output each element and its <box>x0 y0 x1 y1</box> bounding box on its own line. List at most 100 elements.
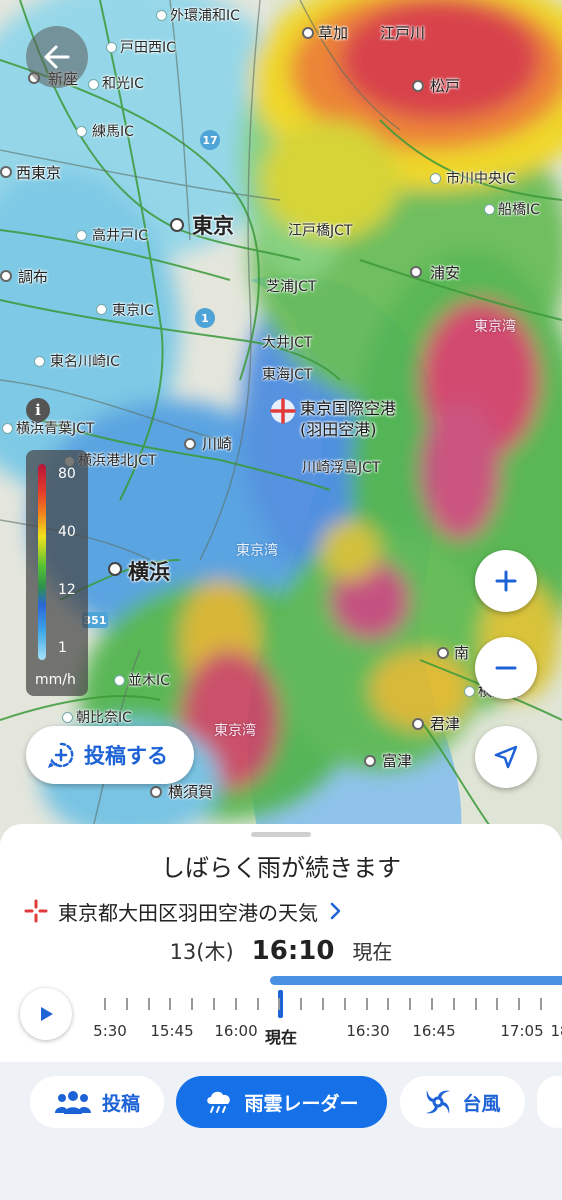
legend-tick: 80 <box>58 466 76 482</box>
speech-bubble-plus-icon <box>47 742 74 769</box>
timeline-label: 5:30 <box>93 1022 127 1040</box>
place-dot <box>430 173 441 184</box>
place-dot <box>108 562 122 576</box>
airport-marker-icon <box>270 398 296 424</box>
timeline-tick <box>278 998 280 1010</box>
place-label: 東京IC <box>112 303 154 319</box>
info-icon[interactable]: i <box>26 398 50 422</box>
place-label: 横須賀 <box>168 783 214 801</box>
place-label: 東京湾 <box>214 723 256 739</box>
play-button[interactable] <box>20 988 72 1040</box>
place-dot <box>412 80 424 92</box>
location-link[interactable]: 東京都大田区羽田空港の天気 <box>24 896 344 926</box>
timeline-tick <box>387 998 389 1010</box>
place-label: 南 <box>454 644 470 662</box>
place-label: 東京湾 <box>474 319 516 335</box>
sheet-drag-handle[interactable] <box>251 832 311 837</box>
timeline-tick <box>518 998 520 1010</box>
place-label: 東京湾 <box>236 543 278 559</box>
timeline-tick <box>213 998 215 1010</box>
tab-rain-radar-label: 雨雲レーダー <box>244 1092 359 1115</box>
airport-label: 東京国際空港 (羽田空港) <box>300 398 396 440</box>
timeline-label: 16:30 <box>346 1022 390 1040</box>
place-label: 高井戸IC <box>92 228 148 244</box>
location-name: 東京都大田区羽田空港の天気 <box>58 900 318 925</box>
place-label: 市川中央IC <box>446 171 516 187</box>
place-label: 大井JCT <box>262 335 313 351</box>
timeline-tick <box>431 998 433 1010</box>
place-dot <box>96 304 107 315</box>
forecast-headline: しばらく雨が続きます <box>161 854 401 882</box>
place-label: 江戸川 <box>380 24 426 42</box>
place-label: 浦安 <box>430 264 461 282</box>
tab-rain-radar[interactable]: 雨雲レーダー <box>176 1076 387 1128</box>
timeline-label: 15:45 <box>150 1022 194 1040</box>
tab-typhoon[interactable]: 台風 <box>400 1076 525 1128</box>
timeline-tick <box>475 998 477 1010</box>
time-slider[interactable]: 5:30 15:45 16:00 現在 16:30 16:45 17:05 18 <box>90 988 562 1048</box>
place-dot <box>34 356 45 367</box>
place-dot <box>410 266 422 278</box>
airport-alt-name: (羽田空港) <box>300 420 377 439</box>
place-dot <box>76 230 87 241</box>
timeline-tick <box>235 998 237 1010</box>
place-dot <box>437 647 449 659</box>
place-dot <box>412 718 424 730</box>
place-dot <box>114 675 125 686</box>
radar-map[interactable]: 17 1 351 外環浦和IC 草加 江戸川 戸田西IC 新座 和光IC 松戸 … <box>0 0 562 840</box>
timeline-tick <box>300 998 302 1010</box>
place-dot <box>2 423 13 434</box>
place-dot <box>364 755 376 767</box>
zoom-in-button[interactable] <box>475 550 537 612</box>
arrow-left-icon <box>44 45 70 69</box>
place-label: 朝比奈IC <box>76 710 132 726</box>
place-dot <box>76 126 87 137</box>
place-label: 横浜青葉JCT <box>16 421 95 437</box>
timeline-tick <box>496 998 498 1010</box>
place-label: 東名川崎IC <box>50 354 120 370</box>
place-dot <box>0 270 12 282</box>
timeline-tick <box>104 998 106 1010</box>
legend-tick: 12 <box>58 582 76 598</box>
place-label: 西東京 <box>16 164 62 182</box>
legend-tick: 1 <box>58 640 67 656</box>
current-location-button[interactable] <box>475 726 537 788</box>
back-button[interactable] <box>26 26 88 88</box>
place-dot <box>62 712 73 723</box>
place-label: 船橋IC <box>498 202 540 218</box>
route-1: 1 <box>201 312 209 325</box>
plus-icon <box>495 570 517 592</box>
tab-more[interactable] <box>537 1076 562 1128</box>
timeline-tick <box>191 998 193 1010</box>
timeline-tick <box>409 998 411 1010</box>
place-label: 富津 <box>382 752 413 770</box>
post-report-label: 投稿する <box>84 744 168 768</box>
minus-icon <box>495 666 517 670</box>
tab-typhoon-label: 台風 <box>462 1092 501 1115</box>
navigation-arrow-icon <box>494 745 518 769</box>
airport-name: 東京国際空港 <box>300 399 397 418</box>
timeline-tick <box>169 998 171 1010</box>
zoom-out-button[interactable] <box>475 637 537 699</box>
place-label: 川崎 <box>202 435 233 453</box>
timeline-label: 17:05 <box>500 1022 544 1040</box>
timeline-label: 16:00 <box>214 1022 258 1040</box>
post-report-button[interactable]: 投稿する <box>26 726 194 784</box>
place-dot <box>88 79 99 90</box>
tab-posts[interactable]: 投稿 <box>30 1076 164 1128</box>
place-dot <box>170 218 184 232</box>
timeline-tick <box>453 998 455 1010</box>
place-label: 君津 <box>430 715 461 733</box>
place-label: 調布 <box>18 268 49 286</box>
time-label: 16:10 <box>251 936 335 966</box>
place-label: 東海JCT <box>262 367 313 383</box>
place-label: 江戸橋JCT <box>288 223 353 239</box>
play-icon <box>41 1007 53 1021</box>
place-label: 並木IC <box>128 673 170 689</box>
timeline-label: 16:45 <box>412 1022 456 1040</box>
place-dot <box>184 438 196 450</box>
place-dot <box>0 166 12 178</box>
place-label: 芝浦JCT <box>266 279 317 295</box>
place-label: 松戸 <box>430 77 461 95</box>
bottom-tab-bar: 投稿 雨雲レーダー 台風 <box>0 1062 562 1142</box>
